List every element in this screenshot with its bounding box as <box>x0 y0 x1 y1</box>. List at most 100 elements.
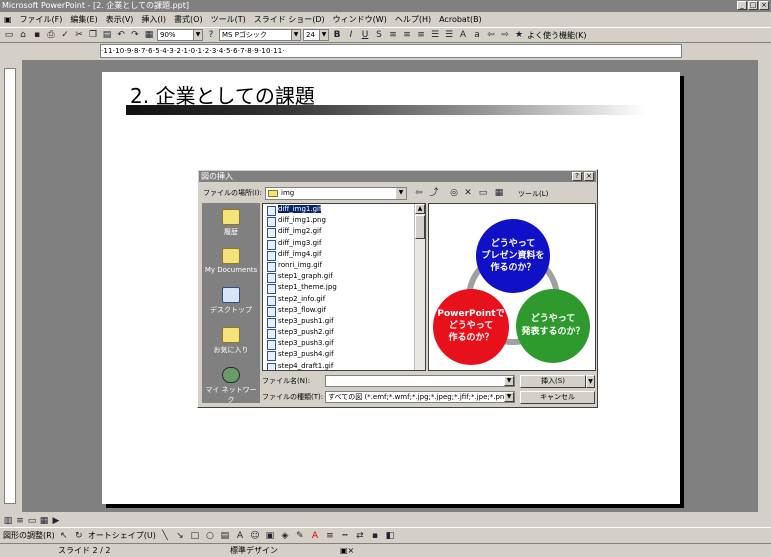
minimize-button[interactable]: _ <box>737 1 747 10</box>
draw-menu[interactable]: 図形の調整(R) <box>3 530 55 541</box>
size-combo[interactable]: 24 ▼ <box>303 29 329 41</box>
wordart-icon[interactable]: A <box>234 530 246 542</box>
open-icon[interactable]: ⌂ <box>17 29 29 41</box>
fill-color-icon[interactable]: ◈ <box>279 530 291 542</box>
up-folder-icon[interactable]: ⤴ <box>428 187 440 199</box>
maximize-button[interactable]: □ <box>748 1 758 10</box>
free-rotate-icon[interactable]: ↻ <box>73 530 85 542</box>
views-icon[interactable]: ▦ <box>493 187 505 199</box>
line-style-icon[interactable]: ≡ <box>324 530 336 542</box>
align-left-icon[interactable]: ≡ <box>387 29 399 41</box>
arrow-style-icon[interactable]: ⇄ <box>354 530 366 542</box>
insert-button[interactable]: 挿入(S) <box>520 375 586 388</box>
list-item[interactable]: step3_push4.gif <box>263 349 425 362</box>
app-icon[interactable]: ▣ <box>0 15 16 24</box>
list-item[interactable]: step3_push2.gif <box>263 327 425 340</box>
list-item[interactable]: step3_flow.gif <box>263 305 425 317</box>
list-item[interactable]: step4_draft1.gif <box>263 361 425 370</box>
animation-icon[interactable]: ★ <box>513 29 525 41</box>
font-shrink-icon[interactable]: a <box>471 29 483 41</box>
menu-file[interactable]: ファイル(F) <box>16 14 67 25</box>
line-icon[interactable]: ╲ <box>159 530 171 542</box>
numbering-icon[interactable]: ☰ <box>429 29 441 41</box>
autoshapes-menu[interactable]: オートシェイプ(U) <box>88 530 156 541</box>
paste-icon[interactable]: ▤ <box>101 29 113 41</box>
menu-slideshow[interactable]: スライド ショー(D) <box>250 14 329 25</box>
filename-dropdown[interactable]: ▼ <box>504 376 514 386</box>
place-favorites[interactable]: お気に入り <box>202 327 260 355</box>
rectangle-icon[interactable]: □ <box>189 530 201 542</box>
list-item[interactable]: step1_theme.jpg <box>263 282 425 295</box>
insert-options-button[interactable]: ▼ <box>586 375 595 388</box>
line-color-icon[interactable]: ✎ <box>294 530 306 542</box>
menu-acrobat[interactable]: Acrobat(B) <box>435 15 486 24</box>
textbox-icon[interactable]: ▤ <box>219 530 231 542</box>
dialog-help-button[interactable]: ? <box>572 172 582 181</box>
menu-help[interactable]: ヘルプ(H) <box>391 14 435 25</box>
place-history[interactable]: 履歴 <box>202 209 260 237</box>
place-desktop[interactable]: デスクトップ <box>202 287 260 315</box>
align-center-icon[interactable]: ≡ <box>401 29 413 41</box>
slide-view-icon[interactable]: ▭ <box>26 515 38 527</box>
list-item[interactable]: step3_push3.gif <box>263 338 425 351</box>
common-tasks-button[interactable]: よく使う機能(K) <box>527 30 587 41</box>
tools-menu[interactable]: ツール(L) <box>518 189 548 199</box>
bold-icon[interactable]: B <box>331 29 343 41</box>
list-item[interactable]: diff_img1.png <box>263 215 425 228</box>
sorter-view-icon[interactable]: ▦ <box>38 515 50 527</box>
font-grow-icon[interactable]: A <box>457 29 469 41</box>
promote-icon[interactable]: ⇦ <box>485 29 497 41</box>
scroll-up-icon[interactable]: ▲ <box>415 204 425 214</box>
save-icon[interactable]: ▪ <box>31 29 43 41</box>
slideshow-view-icon[interactable]: ▶ <box>50 515 62 527</box>
place-network[interactable]: マイ ネットワーク <box>202 367 260 405</box>
cancel-button[interactable]: キャンセル <box>520 391 595 404</box>
list-item[interactable]: step3_push1.gif <box>263 316 425 329</box>
copy-icon[interactable]: ❐ <box>87 29 99 41</box>
font-combo[interactable]: MS Pゴシック ▼ <box>219 29 301 41</box>
list-item[interactable]: ronri_img.gif <box>263 260 425 273</box>
align-right-icon[interactable]: ≡ <box>415 29 427 41</box>
3d-style-icon[interactable]: ◧ <box>384 530 396 542</box>
filetype-combo[interactable]: すべての図 (*.emf;*.wmf;*.jpg;*.jpeg;*.jfif;*… <box>325 391 515 403</box>
new-folder-icon[interactable]: ▭ <box>477 187 489 199</box>
print-icon[interactable]: ⎙ <box>45 29 57 41</box>
menu-view[interactable]: 表示(V) <box>102 14 138 25</box>
list-item[interactable]: diff_img2.gif <box>263 226 425 239</box>
clipart-icon[interactable]: ☺ <box>249 530 261 542</box>
select-objects-icon[interactable]: ↖ <box>58 530 70 542</box>
demote-icon[interactable]: ⇨ <box>499 29 511 41</box>
font-color-icon[interactable]: A <box>309 530 321 542</box>
menu-edit[interactable]: 編集(E) <box>66 14 101 25</box>
back-icon[interactable]: ⇦ <box>413 187 425 199</box>
delete-icon[interactable]: ✕ <box>462 187 474 199</box>
list-item[interactable]: step1_graph.gif <box>263 271 425 284</box>
menu-tools[interactable]: ツール(T) <box>207 14 250 25</box>
list-item[interactable]: diff_img4.gif <box>263 249 425 261</box>
menu-format[interactable]: 書式(O) <box>170 14 207 25</box>
search-web-icon[interactable]: ◎ <box>448 187 460 199</box>
zoom-combo[interactable]: 90% ▼ <box>157 29 203 41</box>
filename-input[interactable] <box>325 375 515 387</box>
oval-icon[interactable]: ○ <box>204 530 216 542</box>
menu-insert[interactable]: 挿入(I) <box>137 14 170 25</box>
dialog-close-button[interactable]: × <box>584 172 594 181</box>
new-icon[interactable]: ▭ <box>3 29 15 41</box>
picture-icon[interactable]: ▣ <box>264 530 276 542</box>
list-item[interactable]: diff_img3.gif <box>263 238 425 250</box>
list-item[interactable]: diff_img1.gif <box>263 204 425 217</box>
file-list-scrollbar[interactable]: ▲ <box>414 204 425 370</box>
italic-icon[interactable]: I <box>345 29 357 41</box>
bullets-icon[interactable]: ☰ <box>443 29 455 41</box>
list-item[interactable]: step2_info.gif <box>263 294 425 306</box>
redo-icon[interactable]: ↷ <box>129 29 141 41</box>
shadow-icon[interactable]: S <box>373 29 385 41</box>
filetype-dropdown[interactable]: ▼ <box>504 392 514 402</box>
lookin-combo[interactable]: img ▼ <box>265 187 407 200</box>
undo-icon[interactable]: ↶ <box>115 29 127 41</box>
help-icon[interactable]: ? <box>205 29 217 41</box>
scroll-thumb[interactable] <box>415 215 425 239</box>
close-button[interactable]: × <box>759 1 769 10</box>
outline-view-icon[interactable]: ≡ <box>14 515 26 527</box>
spell-icon[interactable]: ✓ <box>59 29 71 41</box>
